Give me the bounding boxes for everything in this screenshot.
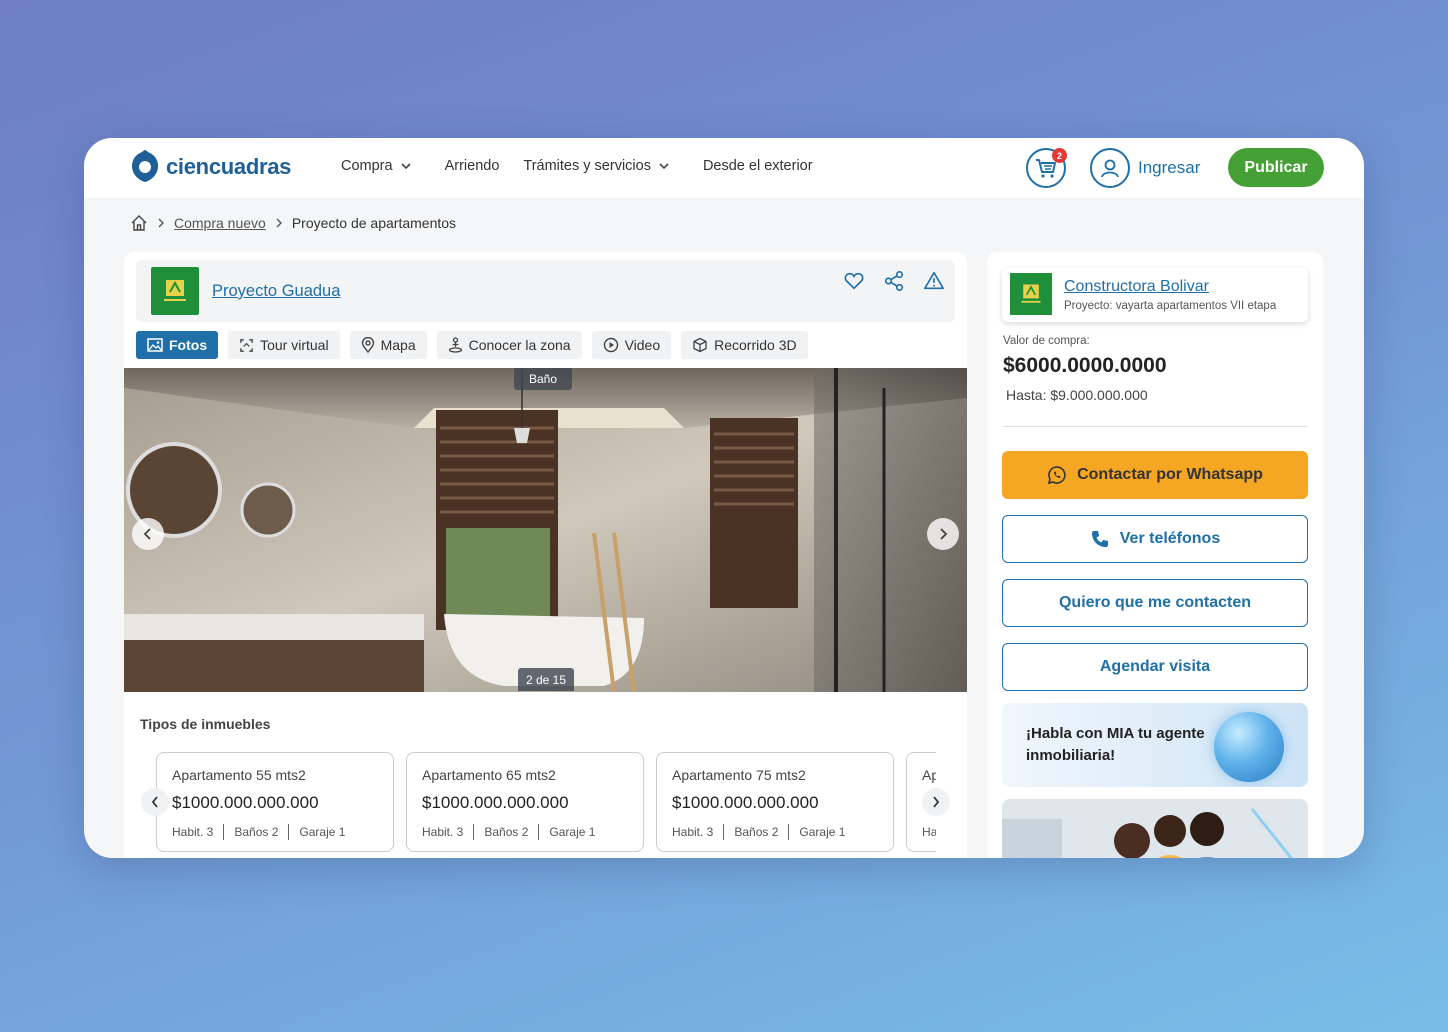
warning-icon[interactable] bbox=[923, 270, 945, 292]
chevron-right-icon bbox=[276, 218, 282, 228]
project-header: Proyecto Guadua bbox=[136, 260, 955, 322]
whatsapp-icon bbox=[1047, 466, 1066, 485]
login-label: Ingresar bbox=[1138, 158, 1201, 177]
mia-agent-banner[interactable]: ¡Habla con MIA tu agente inmobiliaria! bbox=[1002, 703, 1308, 787]
photo-next-button[interactable] bbox=[927, 518, 959, 550]
builder-logo bbox=[1010, 273, 1052, 315]
project-logo bbox=[151, 267, 199, 315]
photo-prev-button[interactable] bbox=[132, 518, 164, 550]
breadcrumb-compra-nuevo[interactable]: Compra nuevo bbox=[174, 215, 266, 231]
price-value: $6000.0000.0000 bbox=[1003, 354, 1167, 377]
tab-mapa[interactable]: Mapa bbox=[349, 331, 427, 359]
breadcrumb: Compra nuevo Proyecto de apartamentos bbox=[130, 214, 456, 232]
heart-icon[interactable] bbox=[843, 270, 865, 292]
family-photo bbox=[1002, 799, 1308, 858]
mia-orb-icon bbox=[1214, 712, 1284, 782]
nav-compra[interactable]: Compra bbox=[341, 158, 413, 174]
types-prev-button[interactable] bbox=[141, 788, 169, 816]
divider bbox=[1003, 426, 1307, 427]
promo-family-image[interactable] bbox=[1002, 799, 1308, 858]
request-contact-button[interactable]: Quiero que me contacten bbox=[1002, 579, 1308, 627]
tab-video[interactable]: Video bbox=[591, 331, 672, 359]
price-label: Valor de compra: bbox=[1003, 335, 1090, 347]
tab-recorrido-3d[interactable]: Recorrido 3D bbox=[681, 331, 808, 359]
mia-text: ¡Habla con MIA tu agente inmobiliaria! bbox=[1026, 725, 1205, 764]
property-types-carousel: Apartamento 55 mts2 $1000.000.000.000 Ha… bbox=[156, 752, 936, 858]
cube-3d-icon bbox=[693, 337, 707, 353]
phone-icon bbox=[1091, 531, 1108, 547]
chevron-left-icon bbox=[151, 796, 158, 808]
user-icon bbox=[1090, 148, 1130, 188]
map-pin-icon bbox=[361, 337, 374, 353]
chevron-right-icon bbox=[158, 218, 164, 228]
types-next-button[interactable] bbox=[922, 788, 950, 816]
tour-360-icon bbox=[240, 338, 253, 352]
cart-button[interactable]: 2 bbox=[1026, 148, 1067, 188]
view-phones-button[interactable]: Ver teléfonos bbox=[1002, 515, 1308, 563]
builder-card: Constructora Bolivar Proyecto: vayarta a… bbox=[1002, 268, 1308, 322]
play-circle-icon bbox=[603, 337, 618, 353]
chevron-down-icon bbox=[659, 163, 669, 170]
person-location-icon bbox=[448, 337, 462, 353]
nav-exterior[interactable]: Desde el exterior bbox=[703, 158, 813, 174]
project-panel: Proyecto Guadua Fotos Tour virtual Mapa bbox=[124, 252, 967, 858]
logo-icon bbox=[132, 150, 158, 182]
chevron-right-icon bbox=[933, 796, 940, 808]
media-tabs: Fotos Tour virtual Mapa Conocer la zona … bbox=[136, 331, 808, 359]
chevron-down-icon bbox=[401, 163, 411, 170]
builder-name-link[interactable]: Constructora Bolivar bbox=[1064, 278, 1209, 296]
property-type-card[interactable]: Apartamento 55 mts2 $1000.000.000.000 Ha… bbox=[156, 752, 394, 852]
project-name-link[interactable]: Proyecto Guadua bbox=[212, 282, 340, 301]
property-types-title: Tipos de inmuebles bbox=[140, 716, 271, 732]
chevron-right-icon bbox=[940, 528, 948, 540]
property-type-card[interactable]: Apartamento 65 mts2 $1000.000.000.000 Ha… bbox=[406, 752, 644, 852]
brand-name: ciencuadras bbox=[166, 154, 292, 179]
schedule-visit-button[interactable]: Agendar visita bbox=[1002, 643, 1308, 691]
brand-logo[interactable]: ciencuadras bbox=[130, 150, 291, 184]
whatsapp-button[interactable]: Contactar por Whatsapp bbox=[1002, 451, 1308, 499]
bathroom-photo bbox=[124, 368, 967, 692]
top-navbar: ciencuadras Compra Arriendo Trámites y s… bbox=[84, 138, 1364, 198]
nav-arriendo[interactable]: Arriendo bbox=[445, 158, 500, 174]
nav-tramites[interactable]: Trámites y servicios bbox=[523, 158, 671, 174]
property-type-card[interactable]: Apartamento 75 mts2 $1000.000.000.000 Ha… bbox=[656, 752, 894, 852]
photo-counter: 2 de 15 bbox=[518, 668, 574, 691]
cart-count-badge: 2 bbox=[1052, 148, 1067, 163]
chevron-left-icon bbox=[143, 528, 151, 540]
photo-room-label: Baño bbox=[514, 368, 572, 390]
builder-project: Proyecto: vayarta apartamentos VII etapa bbox=[1064, 300, 1277, 312]
login-button[interactable]: Ingresar bbox=[1090, 148, 1200, 188]
image-icon bbox=[147, 338, 163, 352]
main-nav: Compra Arriendo Trámites y servicios Des… bbox=[341, 158, 813, 174]
contact-panel: Constructora Bolivar Proyecto: vayarta a… bbox=[987, 252, 1323, 858]
breadcrumb-current: Proyecto de apartamentos bbox=[291, 215, 457, 231]
publish-button[interactable]: Publicar bbox=[1228, 148, 1324, 187]
browser-card: ciencuadras Compra Arriendo Trámites y s… bbox=[84, 138, 1364, 858]
share-icon[interactable] bbox=[883, 270, 905, 292]
photo-gallery[interactable]: Baño 2 de 15 bbox=[124, 368, 967, 692]
tab-conocer-zona[interactable]: Conocer la zona bbox=[436, 331, 582, 359]
tab-tour-virtual[interactable]: Tour virtual bbox=[228, 331, 340, 359]
price-to: Hasta: $9.000.000.000 bbox=[1006, 387, 1148, 403]
project-actions bbox=[843, 270, 945, 292]
home-icon[interactable] bbox=[130, 214, 148, 232]
tab-fotos[interactable]: Fotos bbox=[136, 331, 219, 359]
